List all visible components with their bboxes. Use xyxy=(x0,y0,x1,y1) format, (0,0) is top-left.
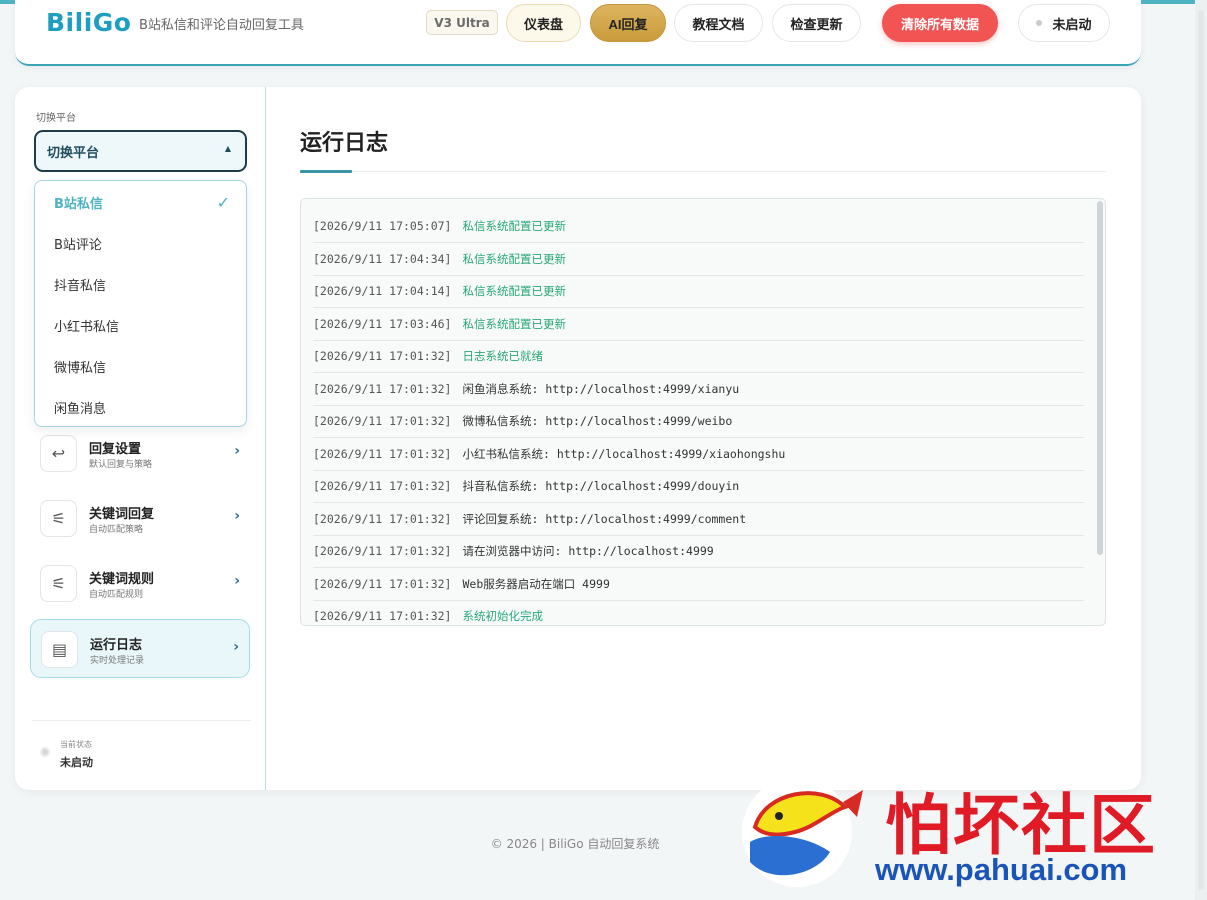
log-message: 日志系统已就绪 xyxy=(462,349,543,363)
log-message: 请在浏览器中访问: http://localhost:4999 xyxy=(462,544,714,558)
chevron-right-icon: › xyxy=(233,639,239,655)
fish-logo-icon xyxy=(742,777,863,887)
nav-title: 回复设置 xyxy=(89,442,142,457)
clear-all-data-button[interactable]: 清除所有数据 xyxy=(882,4,998,42)
log-message: 闲鱼消息系统: http://localhost:4999/xianyu xyxy=(462,381,740,396)
log-message: 评论回复系统: http://localhost:4999/comment xyxy=(462,511,747,526)
caret-up-icon: ▲ xyxy=(224,144,231,153)
check-icon: ✓ xyxy=(216,193,230,212)
log-timestamp: [2026/9/11 17:01:32] xyxy=(313,349,452,363)
nav-keyword-rules[interactable]: ⚟ 关键词规则 自动匹配规则 › xyxy=(30,554,250,613)
nav-title: 运行日志 xyxy=(90,638,143,653)
app-header: BiliGo B站私信和评论自动回复工具 V3 Ultra 仪表盘 AI回复 教… xyxy=(15,0,1141,66)
log-timestamp: [2026/9/11 17:01:32] xyxy=(313,381,452,396)
log-timestamp: [2026/9/11 17:01:32] xyxy=(313,511,452,526)
log-timestamp: [2026/9/11 17:01:32] xyxy=(313,479,452,493)
log-row: [2026/9/11 17:01:32] 微博私信系统: http://local… xyxy=(313,405,1084,438)
docs-button[interactable]: 教程文档 xyxy=(674,4,763,42)
log-row: [2026/9/11 17:01:32] 评论回复系统: http://local… xyxy=(313,503,1084,536)
platform-option-douyin[interactable]: 抖音私信 xyxy=(35,265,246,304)
log-message: 小红书私信系统: http://localhost:4999/xiaohongs… xyxy=(462,446,786,461)
log-row: [2026/9/11 17:01:32] 小红书私信系统: http://loca… xyxy=(313,438,1084,471)
sidebar: 切换平台 切换平台 ▲ B站私信 ✓ B站评论 抖音私信 小红书私信 微博私信 闲… xyxy=(15,87,266,790)
nav-desc: 自动匹配策略 xyxy=(89,525,144,535)
log-row: [2026/9/11 17:04:34] 私信系统配置已更新 xyxy=(313,243,1084,276)
nav-title: 关键词回复 xyxy=(89,507,155,522)
watermark-url: www.pahuai.com xyxy=(875,852,1128,887)
platform-option-weibo[interactable]: 微博私信 xyxy=(35,347,246,386)
log-panel: [2026/9/11 17:05:07] 私信系统配置已更新 [2026/9/11 … xyxy=(300,198,1106,626)
log-timestamp: [2026/9/11 17:04:14] xyxy=(313,284,452,298)
log-message: 私信系统配置已更新 xyxy=(462,284,566,298)
title-accent xyxy=(300,170,352,173)
chevron-right-icon: › xyxy=(234,508,240,524)
log-row: [2026/9/11 17:01:32] 日志系统已就绪 xyxy=(313,340,1084,373)
state-label: 当前状态 xyxy=(60,740,92,749)
nav-title: 关键词规则 xyxy=(89,572,155,587)
platform-dropdown: B站私信 ✓ B站评论 抖音私信 小红书私信 微博私信 闲鱼消息 xyxy=(34,180,247,427)
log-row: [2026/9/11 17:01:32] Web服务器启动在端口 4999 xyxy=(313,568,1084,601)
nav-keyword-reply[interactable]: ⚟ 关键词回复 自动匹配策略 › xyxy=(30,489,250,548)
log-row: [2026/9/11 17:03:46] 私信系统配置已更新 xyxy=(313,308,1084,341)
sliders-icon: ⚟ xyxy=(40,565,77,602)
log-row: [2026/9/11 17:01:32] 系统初始化完成 xyxy=(313,600,1084,625)
app-subtitle: B站私信和评论自动回复工具 xyxy=(139,18,304,33)
platform-option-xianyu[interactable]: 闲鱼消息 xyxy=(35,388,246,427)
nav-reply-settings[interactable]: ↩ 回复设置 默认回复与策略 › xyxy=(30,424,250,483)
chevron-right-icon: › xyxy=(234,573,240,589)
sidebar-divider xyxy=(32,720,251,721)
log-row: [2026/9/11 17:01:32] 请在浏览器中访问: http://loc… xyxy=(313,535,1084,568)
log-message: 私信系统配置已更新 xyxy=(462,251,566,266)
document-icon: ▤ xyxy=(41,631,78,668)
chevron-right-icon: › xyxy=(234,443,240,459)
status-label: 未启动 xyxy=(1052,16,1092,32)
state-dot-icon xyxy=(40,747,50,757)
nav-desc: 自动匹配规则 xyxy=(89,590,144,600)
log-timestamp: [2026/9/11 17:03:46] xyxy=(313,316,452,331)
nav-desc: 默认回复与策略 xyxy=(89,460,153,470)
status-dot-icon xyxy=(1036,20,1043,26)
log-timestamp: [2026/9/11 17:01:32] xyxy=(313,576,452,591)
log-row: [2026/9/11 17:01:32] 抖音私信系统: http://local… xyxy=(313,470,1084,503)
log-row: [2026/9/11 17:01:32] 闲鱼消息系统: http://local… xyxy=(313,373,1084,406)
log-scrollbar[interactable] xyxy=(1097,201,1103,555)
platform-option-xiaohongshu[interactable]: 小红书私信 xyxy=(35,306,246,345)
log-timestamp: [2026/9/11 17:04:34] xyxy=(313,251,452,266)
reply-icon: ↩ xyxy=(40,435,77,472)
platform-option-bili-dm[interactable]: B站私信 ✓ xyxy=(35,183,246,222)
platform-label: 切换平台 xyxy=(36,113,76,124)
log-timestamp: [2026/9/11 17:01:32] xyxy=(313,446,452,461)
log-message: 抖音私信系统: http://localhost:4999/douyin xyxy=(462,479,740,493)
log-message: 私信系统配置已更新 xyxy=(462,316,566,331)
version-badge: V3 Ultra xyxy=(426,10,498,35)
log-timestamp: [2026/9/11 17:01:32] xyxy=(313,609,452,623)
log-row: [2026/9/11 17:05:07] 私信系统配置已更新 xyxy=(313,210,1084,243)
platform-option-bili-comment[interactable]: B站评论 xyxy=(35,224,246,263)
state-value: 未启动 xyxy=(60,756,93,769)
log-timestamp: [2026/9/11 17:01:32] xyxy=(313,544,452,558)
main-card: 切换平台 切换平台 ▲ B站私信 ✓ B站评论 抖音私信 小红书私信 微博私信 闲… xyxy=(15,87,1141,790)
dashboard-button[interactable]: 仪表盘 xyxy=(506,4,581,42)
watermark: 怕坏社区 www.pahuai.com xyxy=(735,772,1195,892)
log-message: Web服务器启动在端口 4999 xyxy=(462,576,610,591)
log-row: [2026/9/11 17:04:14] 私信系统配置已更新 xyxy=(313,275,1084,308)
page-title: 运行日志 xyxy=(300,131,389,156)
platform-select-label: 切换平台 xyxy=(47,145,100,161)
title-divider xyxy=(300,171,1106,172)
page-scrollbar[interactable] xyxy=(1195,0,1207,900)
log-message: 系统初始化完成 xyxy=(462,609,543,623)
nav-run-log[interactable]: ▤ 运行日志 实时处理记录 › xyxy=(30,619,250,678)
ai-reply-button[interactable]: AI回复 xyxy=(590,4,666,42)
check-update-button[interactable]: 检查更新 xyxy=(772,4,861,42)
log-timestamp: [2026/9/11 17:05:07] xyxy=(313,219,452,233)
log-timestamp: [2026/9/11 17:01:32] xyxy=(313,414,452,428)
nav-desc: 实时处理记录 xyxy=(90,656,145,666)
platform-select[interactable]: 切换平台 ▲ xyxy=(34,130,247,172)
log-message: 微博私信系统: http://localhost:4999/weibo xyxy=(462,414,733,428)
app-logo: BiliGo xyxy=(46,8,132,37)
status-button[interactable]: 未启动 xyxy=(1018,4,1110,42)
log-message: 私信系统配置已更新 xyxy=(462,219,566,233)
sliders-icon: ⚟ xyxy=(40,500,77,537)
